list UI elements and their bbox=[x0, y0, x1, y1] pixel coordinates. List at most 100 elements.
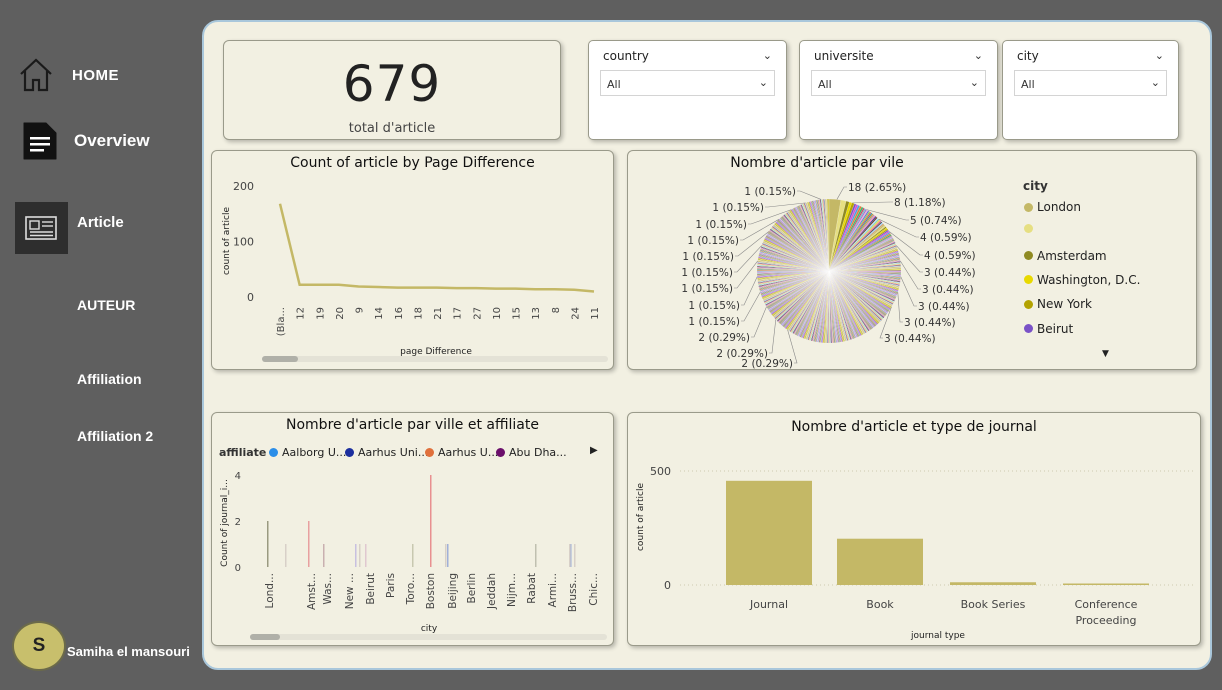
y-tick-label: 500 bbox=[650, 465, 671, 478]
x-axis-label: journal type bbox=[910, 631, 965, 641]
slice-data-label: 1 (0.15%) bbox=[681, 267, 733, 279]
nav-auteur[interactable]: AUTEUR bbox=[77, 297, 135, 313]
y-axis-label: Count of journal_i... bbox=[220, 479, 230, 567]
journal-chart-card[interactable]: Nombre d'article et type de journal 0 500… bbox=[627, 412, 1201, 646]
label-leader-line bbox=[897, 292, 903, 323]
slice-data-label: 3 (0.44%) bbox=[884, 333, 936, 345]
legend-item[interactable] bbox=[1024, 224, 1037, 234]
user-name: Samiha el mansouri bbox=[67, 644, 190, 659]
x-tick-label: Journal bbox=[749, 598, 788, 611]
bar bbox=[308, 521, 310, 567]
bar bbox=[574, 544, 576, 567]
slicer-title: city bbox=[1017, 49, 1039, 63]
slicer-dropdown[interactable]: All ⌄ bbox=[811, 70, 986, 96]
x-tick-label: Beirut bbox=[365, 573, 377, 605]
avatar[interactable]: S bbox=[12, 621, 66, 671]
slicer-value: All bbox=[818, 78, 832, 91]
slice-data-label: 3 (0.44%) bbox=[924, 267, 976, 279]
slicer-dropdown[interactable]: All ⌄ bbox=[600, 70, 775, 96]
slicer-city[interactable]: city ⌄ All ⌄ bbox=[1002, 40, 1179, 140]
x-tick-label: New ... bbox=[344, 573, 356, 609]
bar bbox=[837, 538, 923, 585]
slice-data-label: 3 (0.44%) bbox=[922, 284, 974, 296]
kpi-value: 679 bbox=[342, 55, 442, 113]
line-chart-card[interactable]: Count of article by Page Difference 0 100… bbox=[211, 150, 614, 370]
x-tick-label: 11 bbox=[590, 307, 601, 320]
x-tick-label: 13 bbox=[531, 307, 542, 320]
chevron-down-icon[interactable]: ⌄ bbox=[974, 49, 983, 62]
legend-swatch bbox=[1024, 224, 1033, 234]
nav-home[interactable]: HOME bbox=[18, 56, 119, 94]
scroll-down-icon[interactable]: ▼ bbox=[1102, 349, 1109, 359]
nav-affiliation[interactable]: Affiliation bbox=[77, 371, 142, 387]
line-chart: 0 100 200 (Bla... 12 19 20 9 14 16 18 21 17 27 10 15 13 8… bbox=[222, 180, 608, 362]
x-tick-label: Paris bbox=[385, 573, 397, 598]
legend-swatch bbox=[1024, 324, 1033, 333]
chevron-down-icon: ⌄ bbox=[969, 76, 979, 89]
legend-swatch bbox=[1024, 202, 1033, 212]
slice-data-label: 4 (0.59%) bbox=[924, 250, 976, 262]
legend-label: London bbox=[1037, 200, 1081, 214]
x-tick-label: Amst... bbox=[306, 573, 318, 610]
kpi-label: total d'article bbox=[348, 121, 436, 136]
slice-data-label: 1 (0.15%) bbox=[712, 202, 764, 214]
legend-item[interactable]: New York bbox=[1024, 297, 1092, 311]
x-tick-label: Boston bbox=[425, 573, 437, 609]
bar bbox=[726, 480, 812, 585]
legend-label: Washington, D.C. bbox=[1037, 272, 1141, 287]
affiliate-bar-chart: 0 2 4 Lond... Amst... Was... New ... Beirut Pari… bbox=[220, 471, 607, 640]
slice-data-label: 1 (0.15%) bbox=[688, 316, 740, 328]
bar bbox=[950, 582, 1036, 585]
chevron-down-icon[interactable]: ⌄ bbox=[763, 49, 772, 62]
kpi-card: 679 total d'article bbox=[223, 40, 561, 140]
slicer-value: All bbox=[1021, 78, 1035, 91]
x-tick-label: Beijing bbox=[447, 573, 459, 609]
slice-data-label: 3 (0.44%) bbox=[904, 317, 956, 329]
x-tick-label: 12 bbox=[296, 307, 307, 320]
slice-data-label: 18 (2.65%) bbox=[848, 182, 906, 194]
x-tick-label: 27 bbox=[472, 307, 483, 320]
slice-data-label: 2 (0.29%) bbox=[698, 332, 750, 344]
slicer-country[interactable]: country ⌄ All ⌄ bbox=[588, 40, 787, 140]
legend-title: city bbox=[1023, 179, 1048, 193]
legend-swatch bbox=[1024, 275, 1033, 285]
slicer-dropdown[interactable]: All ⌄ bbox=[1014, 70, 1167, 96]
nav-affiliation-2[interactable]: Affiliation 2 bbox=[77, 428, 153, 444]
label-leader-line bbox=[836, 186, 847, 200]
legend-item[interactable]: Washington, D.C. bbox=[1024, 273, 1140, 287]
x-tick-label: 18 bbox=[413, 307, 424, 320]
nav-article[interactable]: Article bbox=[77, 214, 124, 231]
legend-item[interactable]: Amsterdam bbox=[1024, 249, 1107, 263]
bar bbox=[445, 544, 447, 567]
x-tick-label: Armi... bbox=[547, 573, 559, 607]
x-tick-label: Jeddah bbox=[486, 573, 498, 610]
slicer-title: country bbox=[603, 49, 649, 63]
journal-bar-chart: 0 500 Journal Book Book Series Conference Proc… bbox=[636, 465, 1194, 641]
pie-chart-card[interactable]: Nombre d'article par vile 18 (2.65%) 8 (1… bbox=[627, 150, 1197, 370]
x-tick-label: Conference bbox=[1075, 598, 1138, 611]
newspaper-icon[interactable] bbox=[15, 202, 68, 254]
label-leader-line bbox=[852, 201, 893, 204]
nav-overview-label: Overview bbox=[74, 131, 150, 150]
chevron-down-icon[interactable]: ⌄ bbox=[1155, 49, 1164, 62]
horizontal-scrollbar bbox=[262, 356, 608, 362]
x-axis-label: city bbox=[421, 624, 438, 634]
bar bbox=[1063, 583, 1149, 585]
bar bbox=[535, 544, 537, 567]
affiliate-chart-card[interactable]: Nombre d'article par ville et affiliate … bbox=[211, 412, 614, 646]
x-tick-label: 17 bbox=[453, 307, 464, 320]
x-tick-label: Was... bbox=[322, 573, 334, 605]
x-tick-label: Book bbox=[866, 598, 894, 611]
bar bbox=[447, 544, 449, 567]
nav-home-label: HOME bbox=[72, 66, 119, 84]
x-tick-label: 14 bbox=[374, 307, 385, 320]
slice-data-label: 1 (0.15%) bbox=[695, 219, 747, 231]
nav-overview[interactable]: Overview bbox=[20, 120, 150, 162]
slice-data-label: 4 (0.59%) bbox=[920, 232, 972, 244]
legend-item[interactable]: London bbox=[1024, 200, 1081, 214]
x-tick-label: 20 bbox=[335, 307, 346, 320]
bar bbox=[430, 475, 432, 567]
legend-item[interactable]: Beirut bbox=[1024, 322, 1073, 336]
slicer-universite[interactable]: universite ⌄ All ⌄ bbox=[799, 40, 998, 140]
y-axis-label: count of article bbox=[222, 207, 232, 275]
